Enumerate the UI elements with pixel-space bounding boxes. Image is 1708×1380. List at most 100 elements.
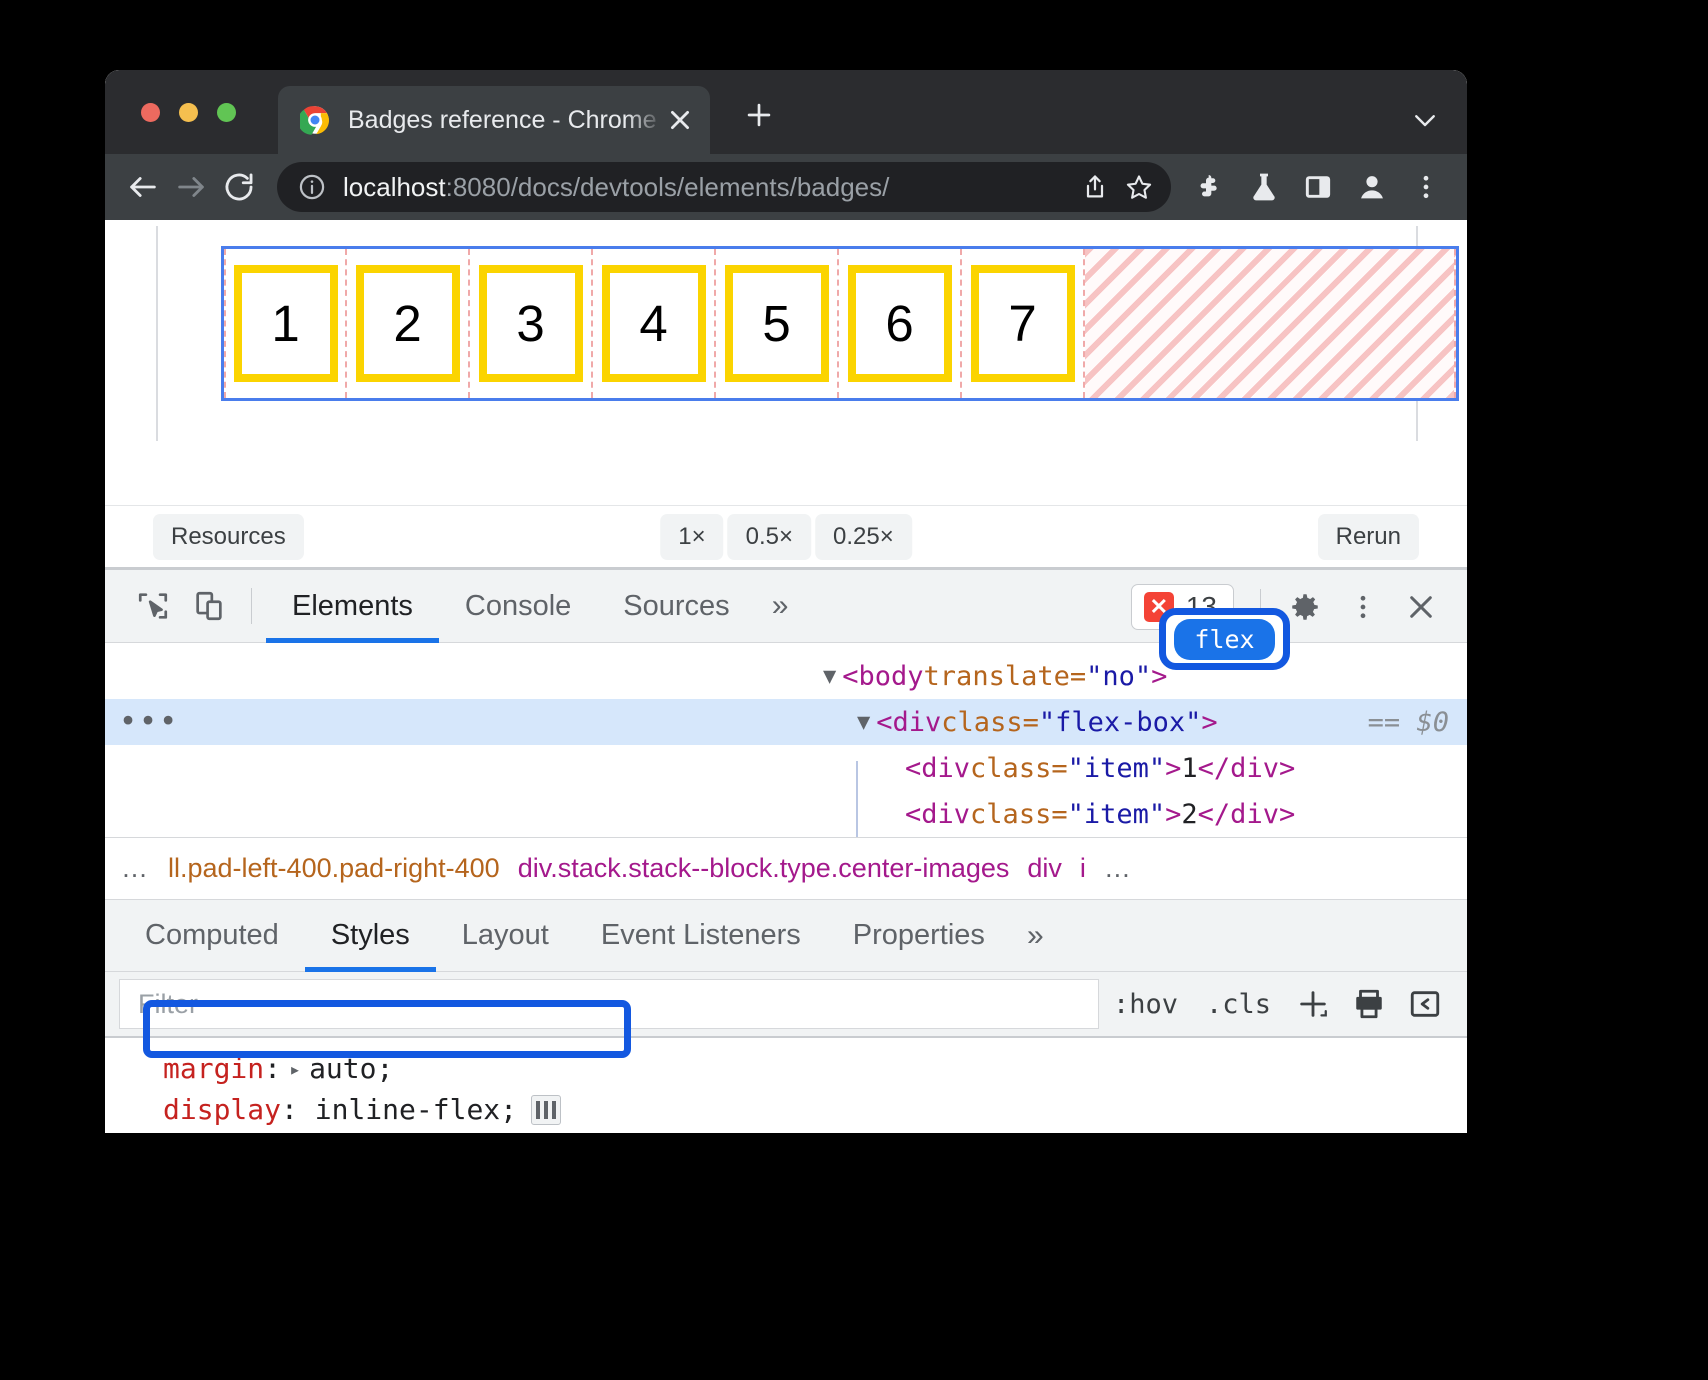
css-declaration[interactable]: margin:▸auto; <box>163 1048 1467 1089</box>
dom-row[interactable]: <div class="item">2</div> <box>105 791 1467 837</box>
hov-button[interactable]: :hov <box>1099 989 1192 1020</box>
breadcrumb-overflow-right[interactable]: … <box>1104 853 1133 884</box>
tab-sources[interactable]: Sources <box>597 570 755 643</box>
cls-button[interactable]: .cls <box>1192 989 1285 1020</box>
dom-row-selected[interactable]: ••• ▼<div class="flex-box"> == $0 <box>105 699 1467 745</box>
inspect-cursor-icon[interactable] <box>125 578 181 634</box>
more-sidebar-tabs-button[interactable]: » <box>1011 899 1060 972</box>
expand-triangle-icon[interactable]: ▼ <box>823 664 836 689</box>
css-declaration[interactable]: height: min-content; <box>163 1130 1467 1133</box>
dom-open: < <box>876 707 892 738</box>
flex-item-cell: 4 <box>593 249 716 398</box>
free-space-hatch <box>1085 249 1456 398</box>
arrow-left-icon[interactable] <box>119 163 167 211</box>
rerun-button[interactable]: Rerun <box>1318 514 1419 560</box>
dom-end-tag: </div> <box>1198 799 1296 830</box>
labs-flask-icon[interactable] <box>1237 163 1291 211</box>
dom-row[interactable]: <div class="item">1</div> <box>105 745 1467 791</box>
tab-label: Console <box>465 590 571 623</box>
dom-text-node: 2 <box>1181 799 1197 830</box>
minimize-window-button[interactable] <box>179 103 198 122</box>
share-icon[interactable] <box>1073 165 1117 209</box>
close-window-button[interactable] <box>141 103 160 122</box>
styles-filter-row: Filter :hov .cls <box>105 972 1467 1038</box>
css-value[interactable]: inline-flex <box>315 1093 500 1126</box>
tab-layout[interactable]: Layout <box>436 899 575 972</box>
zoom-0.25x-button[interactable]: 0.25× <box>815 514 912 560</box>
side-panel-icon[interactable] <box>1291 163 1345 211</box>
dom-attr-value: "no" <box>1086 661 1151 692</box>
flex-item: 2 <box>356 265 460 382</box>
window-traffic-lights <box>141 103 236 122</box>
more-tabs-button[interactable]: » <box>756 570 805 643</box>
browser-window: Badges reference - Chrome De <box>105 70 1467 1133</box>
collapse-sidebar-icon[interactable] <box>1397 979 1453 1029</box>
breadcrumb-item[interactable]: div <box>1027 853 1062 884</box>
dom-equals: = <box>1023 707 1039 738</box>
tab-properties[interactable]: Properties <box>827 899 1011 972</box>
expand-triangle-icon[interactable]: ▼ <box>857 710 870 735</box>
chrome-logo-icon <box>300 105 330 135</box>
css-property[interactable]: display <box>163 1093 281 1126</box>
close-icon[interactable] <box>664 104 696 136</box>
flex-item: 6 <box>848 265 952 382</box>
flex-container-overlay: 1 2 3 4 5 6 7 <box>221 246 1459 401</box>
toolbar-divider <box>251 588 252 624</box>
breadcrumb: … ll.pad-left-400.pad-right-400 div.stac… <box>105 837 1467 899</box>
star-icon[interactable] <box>1117 165 1161 209</box>
new-tab-button[interactable] <box>737 98 781 142</box>
css-property[interactable]: margin <box>163 1052 264 1085</box>
tab-elements[interactable]: Elements <box>266 570 439 643</box>
css-value[interactable]: auto <box>309 1052 376 1085</box>
browser-tab[interactable]: Badges reference - Chrome De <box>278 86 710 154</box>
info-circle-icon[interactable] <box>297 172 327 202</box>
dom-equals: = <box>1070 661 1086 692</box>
tab-label: Event Listeners <box>601 919 801 952</box>
zoom-1x-button[interactable]: 1× <box>660 514 723 560</box>
filter-input[interactable]: Filter <box>119 979 1099 1029</box>
dom-attr-name: class <box>941 707 1022 738</box>
dom-open: < <box>842 661 858 692</box>
dom-equals: = <box>1051 753 1067 784</box>
kebab-menu-icon[interactable] <box>1399 163 1453 211</box>
dom-attr-value: "item" <box>1068 753 1166 784</box>
flex-badge[interactable]: flex <box>1174 619 1274 660</box>
breadcrumb-item[interactable]: div.stack.stack--block.type.center-image… <box>518 853 1010 884</box>
flex-editor-icon[interactable] <box>531 1095 561 1125</box>
flex-item-cell: 5 <box>716 249 839 398</box>
extensions-puzzle-icon[interactable] <box>1183 163 1237 211</box>
tab-console[interactable]: Console <box>439 570 597 643</box>
close-icon[interactable] <box>1393 579 1449 635</box>
tab-computed[interactable]: Computed <box>119 899 305 972</box>
dom-open: < <box>905 799 921 830</box>
breadcrumb-item[interactable]: i <box>1080 853 1086 884</box>
print-style-icon[interactable] <box>1341 979 1397 1029</box>
tab-label: Layout <box>462 919 549 952</box>
arrow-right-icon <box>167 163 215 211</box>
css-declaration-display[interactable]: display: inline-flex; <box>163 1089 1467 1130</box>
maximize-window-button[interactable] <box>217 103 236 122</box>
reload-icon[interactable] <box>215 163 263 211</box>
dom-attr-name: class <box>970 753 1051 784</box>
styles-declarations: margin:▸auto; display: inline-flex; heig… <box>105 1038 1467 1133</box>
browser-toolbar: localhost:8080/docs/devtools/elements/ba… <box>105 154 1467 220</box>
dom-tag-name: div <box>921 753 970 784</box>
dom-row-ellipsis[interactable]: ••• <box>119 705 179 740</box>
expand-arrow-icon[interactable]: ▸ <box>289 1057 301 1081</box>
profile-avatar-icon[interactable] <box>1345 163 1399 211</box>
url-bar[interactable]: localhost:8080/docs/devtools/elements/ba… <box>277 162 1171 212</box>
kebab-menu-icon[interactable] <box>1335 579 1391 635</box>
breadcrumb-item[interactable]: ll.pad-left-400.pad-right-400 <box>168 853 500 884</box>
tab-styles[interactable]: Styles <box>305 899 436 972</box>
url-host: localhost <box>343 172 446 202</box>
tab-strip: Badges reference - Chrome De <box>105 70 1467 154</box>
breadcrumb-overflow-left[interactable]: … <box>121 853 150 884</box>
tab-label: Styles <box>331 919 410 952</box>
dom-open: < <box>905 753 921 784</box>
chevron-down-icon[interactable] <box>1405 100 1445 140</box>
tab-event-listeners[interactable]: Event Listeners <box>575 899 827 972</box>
device-toolbar-icon[interactable] <box>181 578 237 634</box>
plus-icon[interactable] <box>1285 979 1341 1029</box>
zoom-0.5x-button[interactable]: 0.5× <box>728 514 811 560</box>
resources-button[interactable]: Resources <box>153 514 304 560</box>
